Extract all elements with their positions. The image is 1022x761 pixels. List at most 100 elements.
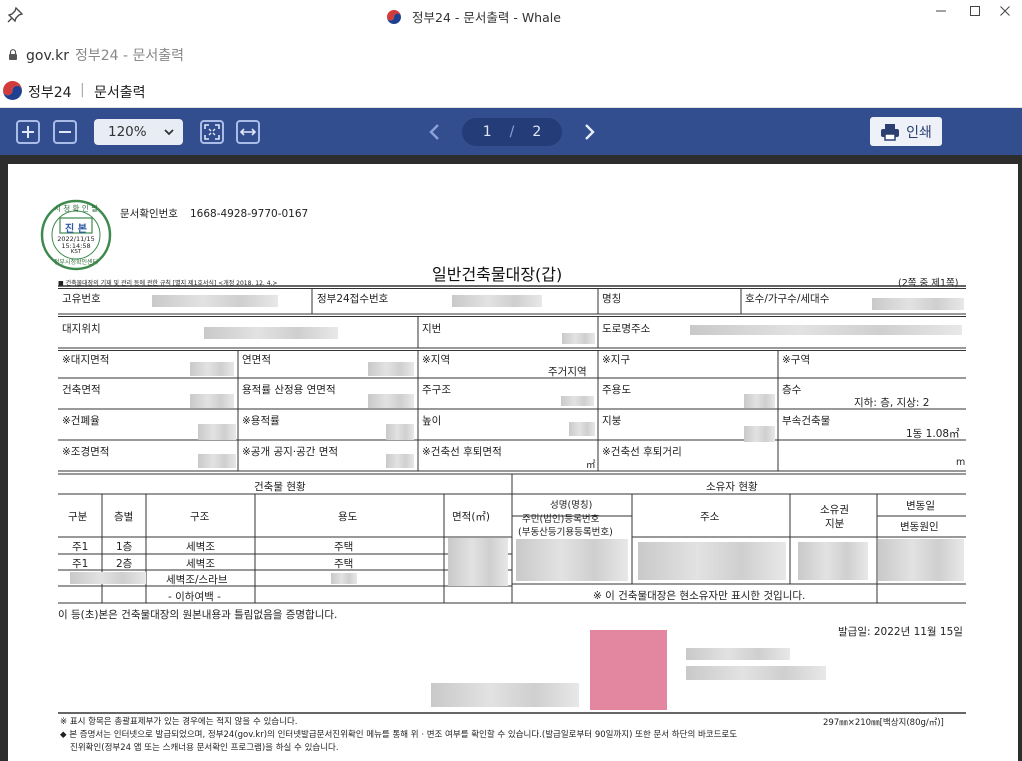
floor-area-ratio-label: ※용적률	[242, 415, 280, 427]
paper-size-note: 297㎜×210㎜[백상지(80g/㎡)]	[823, 718, 944, 728]
setback-area-label: ※건축선 후퇴면적	[422, 446, 502, 458]
previous-page-icon[interactable]	[426, 123, 444, 141]
window-title-bar: 정부24 - 문서출력 - Whale	[0, 0, 1022, 34]
building-name-label: 명칭	[602, 293, 622, 305]
official-seal	[590, 630, 667, 710]
gov24-logo-icon[interactable]	[2, 80, 23, 101]
current-page[interactable]: 1	[483, 124, 492, 140]
redacted-area-values	[448, 538, 508, 586]
address-bar[interactable]: gov.kr 정부24 - 문서출력	[0, 34, 1022, 74]
owner-address-header: 주소	[700, 511, 720, 523]
owner-registry-id-header: (부동산등기용등록번호)	[518, 527, 613, 538]
redacted-total-floor-area	[368, 362, 414, 376]
main-use-label: 주용도	[602, 384, 631, 396]
maximize-button[interactable]	[958, 0, 992, 22]
close-icon	[1000, 6, 1010, 16]
next-page-icon[interactable]	[580, 123, 598, 141]
ownership-share-header-1: 소유권	[820, 504, 849, 516]
redacted-issuer-name	[431, 683, 579, 707]
change-reason-header: 변동원인	[900, 521, 939, 533]
row-use: 주택	[334, 558, 354, 570]
lot-number-label: 지번	[422, 323, 442, 335]
receipt-number-label: 정부24접수번호	[317, 293, 389, 305]
annex-building-label: 부속건축물	[782, 415, 831, 427]
close-button[interactable]	[988, 0, 1022, 22]
zoom-in-button[interactable]	[16, 120, 40, 144]
coverage-ratio-label: ※건폐율	[62, 415, 100, 427]
column-use-header: 용도	[338, 511, 358, 523]
redacted-site-area	[190, 362, 234, 376]
register-table-grid	[58, 285, 966, 714]
window-title: 정부24 - 문서출력 - Whale	[386, 7, 561, 26]
footer-note: ※ 표시 항목은 총괄표제부가 있는 경우에는 적지 않을 수 있습니다.	[60, 717, 298, 727]
page-separator: /	[509, 124, 515, 140]
redacted-height	[569, 422, 595, 436]
redacted-type-floor	[70, 572, 146, 584]
zoom-out-button[interactable]	[53, 120, 77, 144]
redacted-lot-number	[562, 333, 595, 344]
column-structure-header: 구조	[190, 511, 210, 523]
document-page: 시 청 확 인 필 진 본 2022/11/15 15:14:58 KST 정부…	[8, 164, 1018, 761]
row-use: 주택	[334, 541, 354, 553]
area-label: ※구역	[782, 354, 811, 366]
column-type-header: 구분	[68, 511, 88, 523]
zoom-select[interactable]: 120%	[94, 119, 183, 145]
unit-count-label: 호수/가구수/세대수	[745, 293, 830, 305]
redacted-owner-name	[516, 539, 628, 581]
brand-name[interactable]: 정부24	[28, 82, 72, 102]
fit-page-button[interactable]	[200, 120, 224, 144]
main-structure-label: 주구조	[422, 384, 451, 396]
public-space-area-label: ※공개 공지·공간 면적	[242, 446, 339, 458]
print-button[interactable]: 인쇄	[870, 117, 942, 146]
redacted-change-info	[878, 539, 964, 581]
redacted-receipt-number	[452, 295, 542, 307]
redacted-site-location	[204, 327, 338, 339]
floors-value: 지하: 층, 지상: 2	[854, 397, 930, 409]
minimize-icon	[936, 10, 946, 12]
redacted-far-floor-area	[368, 394, 414, 408]
url-domain: gov.kr	[26, 48, 69, 64]
row-floor: 2층	[116, 558, 133, 570]
row-floor: 1층	[116, 541, 133, 553]
column-floor-header: 층별	[114, 511, 134, 523]
document-viewer[interactable]: 시 청 확 인 필 진 본 2022/11/15 15:14:58 KST 정부…	[0, 155, 1022, 761]
redacted-issuer-line-1	[686, 648, 790, 660]
redacted-road-address	[690, 325, 962, 335]
row-structure: 세벽조/스라브	[166, 574, 228, 586]
redacted-floor-area-ratio	[386, 424, 414, 440]
pin-icon[interactable]	[6, 6, 24, 24]
fit-width-button[interactable]	[236, 120, 260, 144]
maximize-icon	[970, 6, 980, 16]
roof-label: 지붕	[602, 415, 622, 427]
printer-icon	[881, 123, 900, 141]
chevron-down-icon	[164, 129, 174, 136]
site-area-label: ※대지면적	[62, 354, 110, 366]
minus-icon	[59, 131, 71, 133]
redacted-coverage-ratio	[198, 424, 236, 440]
owner-status-title: 소유자 현황	[706, 481, 758, 493]
district-label: ※지구	[602, 354, 631, 366]
row-structure: 세벽조	[186, 541, 215, 553]
redacted-ownership-share	[798, 542, 868, 580]
verification-note: ◆ 본 증명서는 인터넷으로 발급되었으며, 정부24(gov.kr)의 인터넷…	[60, 730, 738, 740]
header-separator: |	[80, 82, 85, 98]
redacted-public-space-area	[386, 454, 414, 468]
road-address-label: 도로명주소	[602, 323, 651, 335]
url-text: gov.kr 정부24 - 문서출력	[26, 45, 184, 65]
row-type: 주1	[72, 541, 89, 553]
government-logo-icon	[386, 9, 402, 24]
owner-id-header: 주민(법인)등록번호	[522, 514, 600, 525]
row-structure: 세벽조	[186, 558, 215, 570]
floors-label: 층수	[782, 384, 802, 396]
minimize-button[interactable]	[924, 0, 958, 22]
fit-width-icon	[240, 128, 256, 136]
site-location-label: 대지위치	[62, 323, 101, 335]
building-status-title: 건축물 현황	[254, 481, 306, 493]
app-header: 정부24 | 문서출력	[0, 74, 1022, 108]
window-title-text: 정부24 - 문서출력 - Whale	[412, 10, 561, 25]
owner-name-header: 성명(명칭)	[550, 500, 593, 511]
print-label: 인쇄	[906, 124, 932, 141]
redacted-main-use	[744, 394, 775, 408]
ownership-share-header-2: 지분	[825, 518, 845, 530]
column-area-header: 면적(㎡)	[452, 511, 491, 523]
